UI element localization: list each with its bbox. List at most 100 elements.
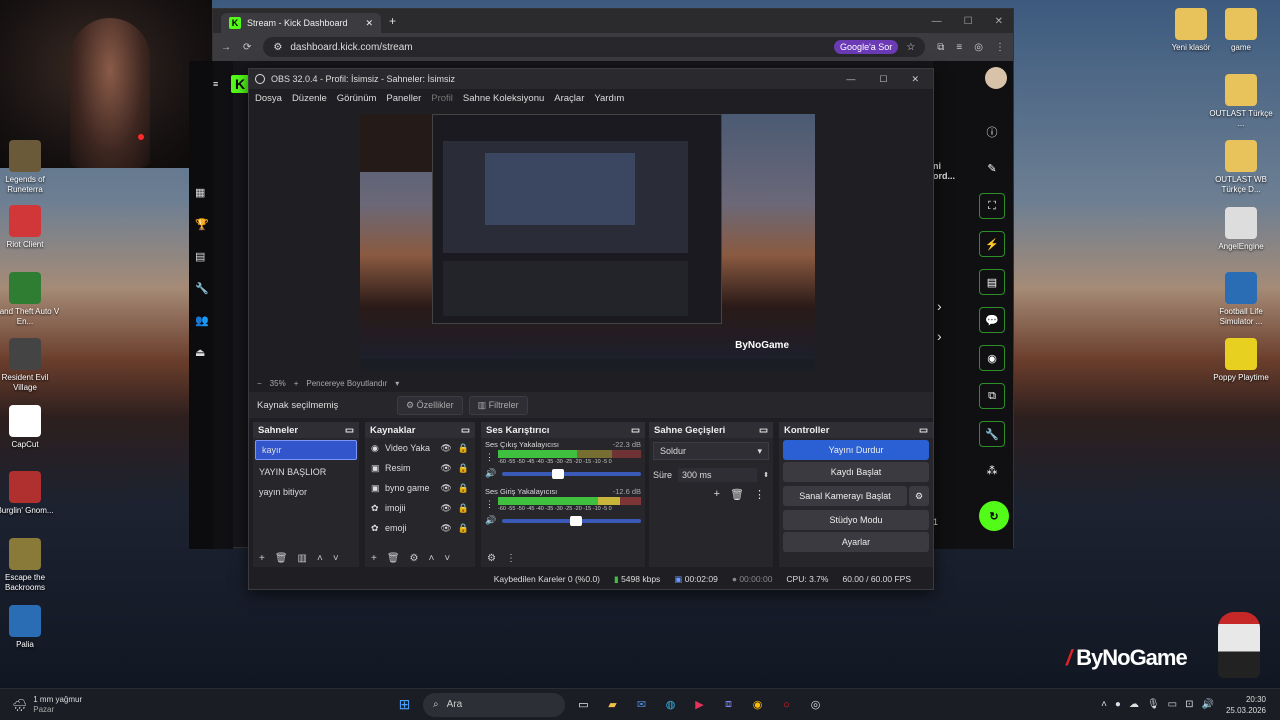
chevron-right-icon[interactable]: ›: [937, 321, 942, 351]
advanced-audio-icon[interactable]: ⚙: [487, 553, 496, 564]
menu-yardim[interactable]: Yardım: [594, 93, 624, 104]
move-up-icon[interactable]: ˄: [317, 553, 323, 564]
lock-icon[interactable]: 🔒: [458, 443, 469, 454]
eye-icon[interactable]: 👁: [440, 503, 451, 514]
kick-logo[interactable]: K: [231, 75, 249, 93]
nodes-icon[interactable]: ⁂: [981, 459, 1003, 481]
dock-undock-icon[interactable]: ▭: [631, 425, 640, 436]
tray-chevron-up-icon[interactable]: ˄: [1101, 699, 1107, 710]
tray-volume-icon[interactable]: 🔊: [1202, 699, 1214, 710]
source-item[interactable]: ✿ emoji 👁 🔒: [365, 518, 475, 538]
bookmark-star-icon[interactable]: ☆: [906, 42, 915, 53]
move-up-icon[interactable]: ˄: [429, 553, 435, 564]
menu-araclar[interactable]: Araçlar: [554, 93, 584, 104]
taskbar-search[interactable]: ⌕ Ara: [423, 692, 565, 717]
desktop-icon[interactable]: Escape the Backrooms: [0, 538, 60, 593]
source-item[interactable]: ✿ imojii 👁 🔒: [365, 498, 475, 518]
volume-slider[interactable]: [502, 515, 641, 526]
close-icon[interactable]: ✕: [995, 16, 1003, 27]
eye-icon[interactable]: 👁: [440, 463, 451, 474]
pencil-icon[interactable]: ✎: [981, 157, 1003, 179]
virtual-camera-gear-icon[interactable]: ⚙: [909, 486, 929, 506]
users-icon[interactable]: 👥: [195, 305, 209, 337]
menu-duzenle[interactable]: Düzenle: [292, 93, 327, 104]
transition-select[interactable]: Soldur ▾: [653, 442, 769, 460]
scene-item[interactable]: yayın bitiyor: [253, 482, 359, 502]
channel-menu-icon[interactable]: ⋮: [485, 499, 494, 510]
eye-icon[interactable]: 👁: [440, 483, 451, 494]
minimize-icon[interactable]: —: [932, 16, 942, 27]
desktop-icon[interactable]: Palia: [0, 605, 60, 650]
stepper-icon[interactable]: ⬍: [763, 471, 769, 479]
task-view-icon[interactable]: ▭: [573, 694, 595, 716]
studio-mode-button[interactable]: Stüdyo Modu: [783, 510, 929, 530]
start-record-button[interactable]: Kaydı Başlat: [783, 462, 929, 482]
chrome-icon[interactable]: ◉: [747, 694, 769, 716]
virtual-camera-button[interactable]: Sanal Kamerayı Başlat: [783, 486, 907, 506]
address-bar[interactable]: ⚙ dashboard.kick.com/stream Google'a Sor…: [263, 37, 926, 57]
new-tab-icon[interactable]: +: [389, 14, 396, 28]
opera-icon[interactable]: ○: [776, 694, 798, 716]
reload-icon[interactable]: ⟳: [243, 42, 251, 53]
eye-icon[interactable]: 👁: [440, 443, 451, 454]
properties-button[interactable]: ⚙ Özellikler: [397, 395, 463, 415]
desktop-icon[interactable]: Poppy Playtime: [1206, 338, 1276, 383]
scene-item[interactable]: YAYIN BAŞLIOR: [253, 462, 359, 482]
stream-icon[interactable]: ⏏: [195, 337, 209, 369]
desktop-icon[interactable]: Burglin' Gnom...: [0, 471, 60, 516]
channel-menu-icon[interactable]: ⋮: [485, 452, 494, 463]
desktop-icon[interactable]: Riot Client: [0, 205, 60, 250]
media-player-icon[interactable]: ▶: [689, 694, 711, 716]
source-item[interactable]: ◉ Video Yaka 👁 🔒: [365, 438, 475, 458]
source-settings-icon[interactable]: ⚙: [410, 553, 419, 564]
mixer-menu-icon[interactable]: ⋮: [506, 553, 516, 564]
menu-gorunum[interactable]: Görünüm: [337, 93, 377, 104]
start-button[interactable]: ⊞: [394, 694, 416, 716]
obs-icon[interactable]: ◎: [805, 694, 827, 716]
kick-fab-icon[interactable]: ↻: [979, 501, 1009, 531]
delete-transition-icon[interactable]: 🗑: [730, 488, 744, 501]
transition-menu-icon[interactable]: ⋮: [754, 488, 765, 501]
media-icon-2[interactable]: ▤: [195, 241, 209, 273]
info-icon[interactable]: ⓘ: [981, 121, 1003, 143]
tray-mic-icon[interactable]: 🎙: [1147, 699, 1160, 710]
mail-icon[interactable]: ✉: [631, 694, 653, 716]
obs-maximize-icon[interactable]: ☐: [879, 74, 887, 85]
tray-cloud-icon[interactable]: ☁: [1129, 699, 1139, 710]
wrench-icon[interactable]: 🔧: [195, 273, 209, 305]
trophy-icon[interactable]: 🏆: [195, 209, 209, 241]
desktop-icon[interactable]: Football Life Simulator ...: [1206, 272, 1276, 327]
desktop-icon[interactable]: game: [1206, 8, 1276, 53]
extensions-icon[interactable]: ⧉: [937, 42, 944, 53]
bolt-icon[interactable]: ⚡: [979, 231, 1005, 257]
google-ask-button[interactable]: Google'a Sor: [834, 40, 899, 54]
slider-handle[interactable]: [570, 515, 583, 526]
stop-stream-button[interactable]: Yayını Durdur: [783, 440, 929, 460]
file-explorer-icon[interactable]: ▰: [602, 694, 624, 716]
lock-icon[interactable]: 🔒: [458, 463, 469, 474]
dock-undock-icon[interactable]: ▭: [461, 425, 470, 436]
move-down-icon[interactable]: ˅: [333, 553, 339, 564]
note-icon[interactable]: ▤: [979, 269, 1005, 295]
media-icon[interactable]: ≡: [956, 42, 962, 53]
dashboard-icon[interactable]: ▦: [195, 177, 209, 209]
move-down-icon[interactable]: ˅: [444, 553, 450, 564]
add-scene-icon[interactable]: +: [259, 553, 265, 564]
slider-handle[interactable]: [552, 468, 565, 479]
lock-icon[interactable]: 🔒: [458, 503, 469, 514]
desktop-icon[interactable]: Resident Evil Village: [0, 338, 60, 393]
delete-source-icon[interactable]: 🗑: [387, 553, 400, 564]
add-source-icon[interactable]: +: [371, 553, 377, 564]
fit-to-window[interactable]: Pencereye Boyutlandır: [306, 379, 387, 388]
chat-icon[interactable]: 💬: [979, 307, 1005, 333]
settings-wrench-icon[interactable]: 🔧: [979, 421, 1005, 447]
desktop-icon[interactable]: Grand Theft Auto V En...: [0, 272, 60, 327]
source-item[interactable]: ▣ Resim 👁 🔒: [365, 458, 475, 478]
weather-widget[interactable]: 🌧 1 mm yağmur Pazar: [0, 695, 390, 715]
menu-dots-icon[interactable]: ⋮: [995, 42, 1005, 53]
obs-close-icon[interactable]: ✕: [911, 74, 919, 85]
teams-icon[interactable]: ⧈: [718, 694, 740, 716]
duration-input[interactable]: 300 ms: [678, 468, 758, 482]
volume-slider[interactable]: [502, 468, 641, 479]
scene-item[interactable]: kayır: [255, 440, 357, 460]
